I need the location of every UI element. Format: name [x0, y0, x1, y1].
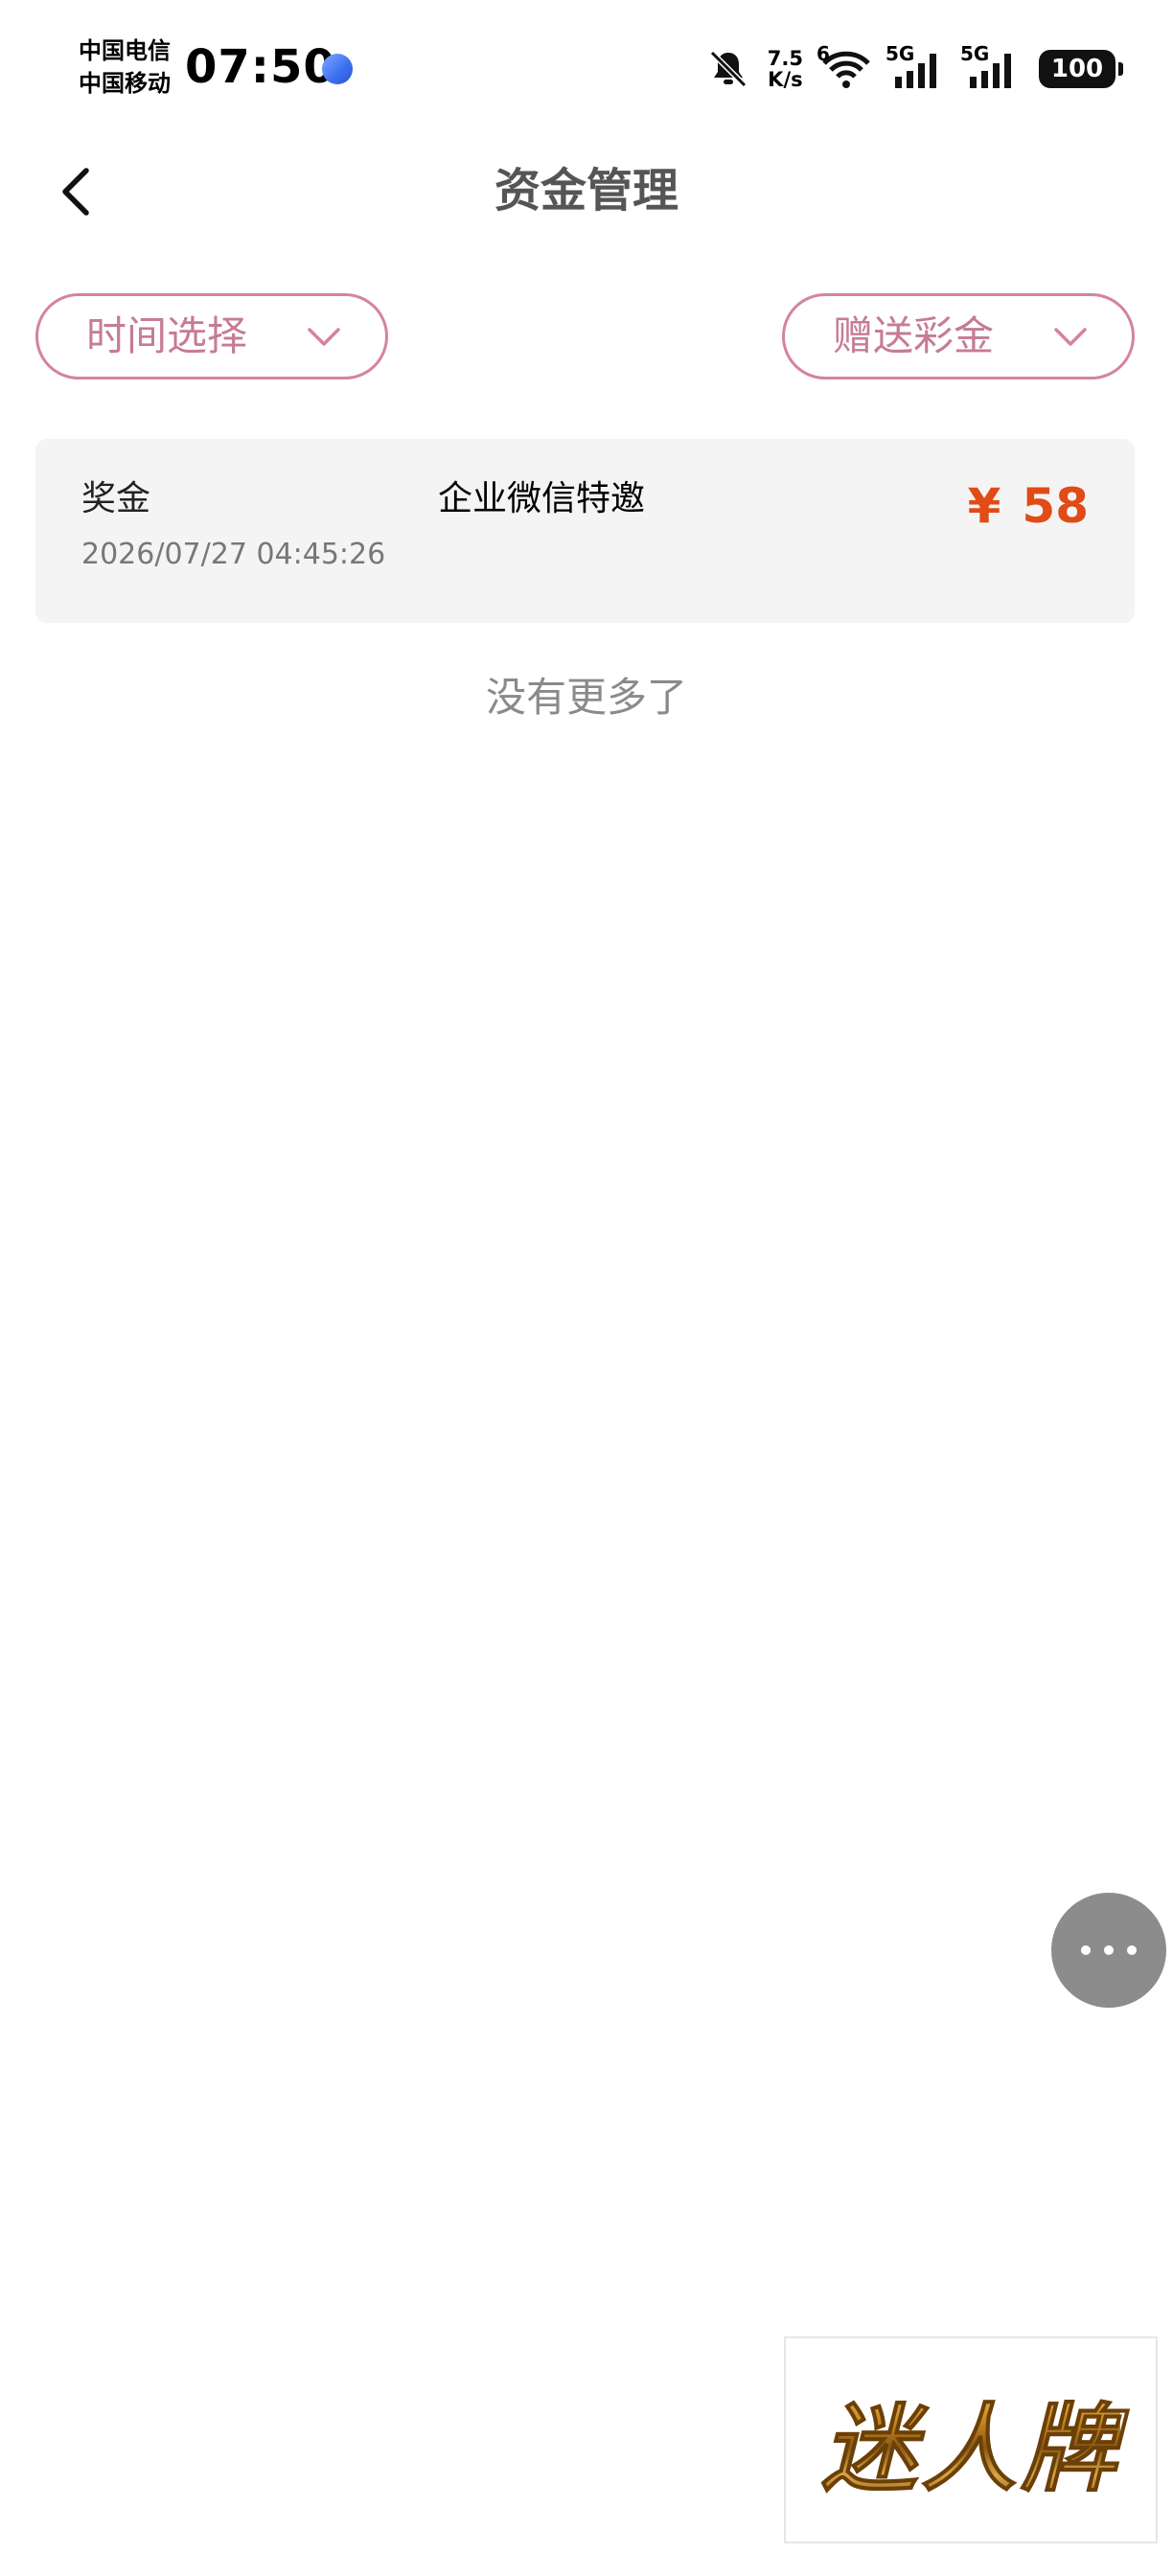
currency-symbol: ¥ — [967, 478, 1001, 534]
sim1-label: 5G — [886, 42, 915, 65]
list-end-text: 没有更多了 — [485, 674, 687, 721]
status-bar: 中国电信 中国移动 07:50 7.5 K/s 6 5G 5G 100 — [0, 0, 1173, 134]
type-filter-label: 赠送彩金 — [833, 312, 995, 359]
status-icons: 7.5 K/s 6 5G 5G 100 — [706, 42, 1123, 96]
more-dot-icon — [1127, 1945, 1137, 1955]
type-filter-dropdown[interactable]: 赠送彩金 — [782, 293, 1135, 380]
record-type: 奖金 — [81, 479, 151, 518]
sim2-label: 5G — [960, 42, 990, 65]
more-options-button[interactable] — [1051, 1893, 1166, 2008]
chevron-down-icon — [308, 328, 340, 346]
amount-value: 58 — [1022, 478, 1089, 534]
fund-record-item[interactable]: 奖金 企业微信特邀 2026/07/27 04:45:26 ¥58 — [35, 439, 1135, 623]
record-amount: ¥58 — [968, 477, 1089, 535]
wifi-indicator: 6 — [816, 42, 872, 90]
carrier-info: 中国电信 中国移动 — [79, 34, 171, 100]
chevron-down-icon — [1054, 328, 1087, 346]
sim2-signal: 5G — [960, 42, 1022, 90]
record-description: 企业微信特邀 — [438, 479, 646, 518]
brand-logo[interactable]: 迷人牌 — [784, 2336, 1158, 2543]
record-time: 2026/07/27 04:45:26 — [81, 538, 386, 571]
sim1-signal: 5G — [886, 42, 947, 90]
more-dot-icon — [1104, 1945, 1114, 1955]
carrier-2: 中国移动 — [79, 70, 171, 97]
mute-bell-icon — [709, 50, 747, 88]
carrier-1: 中国电信 — [79, 37, 171, 64]
more-dot-icon — [1081, 1945, 1091, 1955]
time-filter-dropdown[interactable]: 时间选择 — [35, 293, 388, 380]
battery-icon: 100 — [1039, 50, 1123, 88]
app-header: 资金管理 — [0, 144, 1173, 240]
brand-logo-text: 迷人牌 — [821, 2371, 1120, 2510]
net-speed: 7.5 K/s — [767, 47, 803, 91]
app-notification-icon — [322, 54, 353, 84]
page-title: 资金管理 — [494, 164, 678, 218]
time-filter-label: 时间选择 — [86, 312, 248, 359]
status-time: 07:50 — [185, 40, 336, 94]
wifi-label: 6 — [816, 42, 830, 65]
